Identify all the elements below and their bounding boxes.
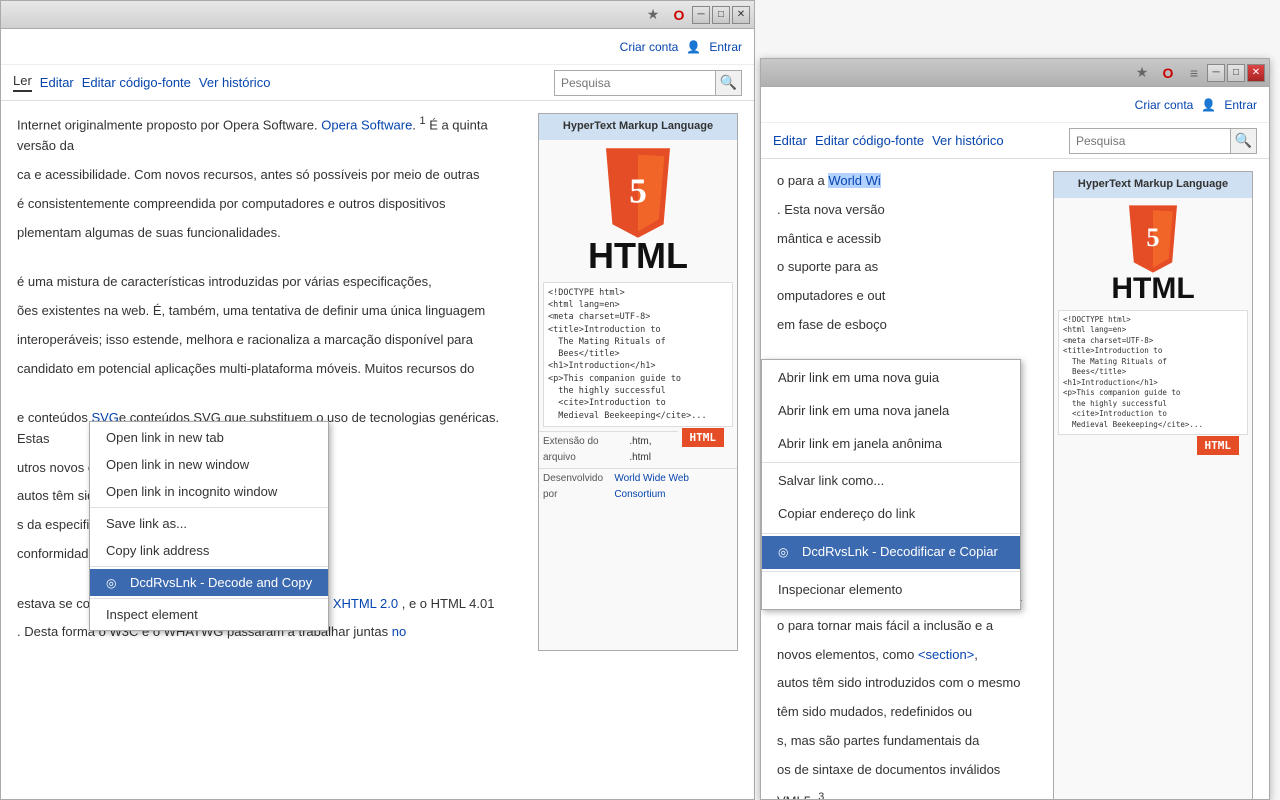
search-box: 🔍 [554, 70, 742, 96]
bookmark-icon[interactable]: ★ [642, 4, 664, 26]
w2-nav-editar-codigo[interactable]: Editar código-fonte [815, 133, 924, 148]
person-icon: 👤 [686, 40, 701, 54]
w2-person-icon: 👤 [1201, 98, 1216, 112]
nav-ver-historico[interactable]: Ver histórico [199, 75, 271, 90]
w2-wiki-content: o para a World Wi . Esta nova versão mân… [761, 159, 1269, 799]
html-logo-text: HTML [543, 238, 733, 274]
w2-search-button[interactable]: 🔍 [1230, 129, 1256, 153]
pt-dcdrvslink-icon: ◎ [778, 543, 794, 562]
w2-search-input[interactable] [1070, 129, 1230, 153]
context-copy-link[interactable]: Copy link address [90, 537, 328, 564]
desenvolvido-value[interactable]: World Wide Web Consortium [614, 471, 733, 503]
w2-nav-ver-historico[interactable]: Ver histórico [932, 133, 1004, 148]
context-dcdrvslink[interactable]: ◎ DcdRvsLnk - Decode and Copy [90, 569, 328, 596]
w2-bookmark-icon[interactable]: ★ [1131, 62, 1153, 84]
wiki-navigation: Ler Editar Editar código-fonte Ver histó… [1, 65, 754, 101]
infobox-extensao-row: Extensão do arquivo .htm, .html [539, 431, 678, 468]
w2-criar-conta-link[interactable]: Criar conta [1135, 98, 1194, 112]
nav-ler[interactable]: Ler [13, 73, 32, 92]
context-open-new-tab[interactable]: Open link in new tab [90, 424, 328, 451]
section-link[interactable]: <section> [918, 647, 974, 662]
infobox-header: HyperText Markup Language [539, 114, 737, 140]
pt-context-open-anon[interactable]: Abrir link em janela anônima [762, 428, 1020, 461]
pt-context-inspect[interactable]: Inspecionar elemento [762, 574, 1020, 607]
infobox: HyperText Markup Language 5 HTML <!DOCTY… [538, 113, 738, 651]
xhtml-link[interactable]: XHTML 2.0 [333, 596, 398, 611]
w2-maximize-button[interactable]: □ [1227, 64, 1245, 82]
pt-context-open-new-window[interactable]: Abrir link em uma nova janela [762, 395, 1020, 428]
context-open-incognito[interactable]: Open link in incognito window [90, 478, 328, 505]
svg-text:5: 5 [1146, 222, 1159, 252]
nav-editar-codigo[interactable]: Editar código-fonte [82, 75, 191, 90]
context-separator-2 [90, 566, 328, 567]
infobox-desenvolvido-row: Desenvolvido por World Wide Web Consorti… [539, 468, 737, 505]
w2-wiki-top-bar: Criar conta 👤 Entrar [761, 87, 1269, 123]
w2-html-logo-text: HTML [1058, 274, 1248, 304]
window2-titlebar: ★ O ≡ ─ □ ✕ [761, 59, 1269, 87]
pt-context-separator-1 [762, 462, 1020, 463]
extensao-label: Extensão do arquivo [543, 434, 629, 466]
w2-close-button[interactable]: ✕ [1247, 64, 1265, 82]
context-inspect[interactable]: Inspect element [90, 601, 328, 628]
close-button[interactable]: ✕ [732, 6, 750, 24]
w2-infobox-header: HyperText Markup Language [1054, 172, 1252, 198]
pt-context-copy-link[interactable]: Copiar endereço do link [762, 498, 1020, 531]
context-separator-1 [90, 507, 328, 508]
context-separator-3 [90, 598, 328, 599]
entrar-link[interactable]: Entrar [709, 40, 742, 54]
w2-html-badge: HTML [1197, 436, 1240, 455]
window1-titlebar: ★ O ─ □ ✕ [1, 1, 754, 29]
infobox-code: <!DOCTYPE html> <html lang=en> <meta cha… [543, 282, 733, 427]
maximize-button[interactable]: □ [712, 6, 730, 24]
w2-html5-shield-icon: 5 [1123, 204, 1183, 274]
pt-context-open-new-tab[interactable]: Abrir link em uma nova guia [762, 362, 1020, 395]
window1: ★ O ─ □ ✕ Criar conta 👤 Entrar Ler Edita… [0, 0, 755, 800]
no-link[interactable]: no [392, 624, 406, 639]
html5-shield-icon: 5 [598, 148, 678, 238]
w2-nav-editar[interactable]: Editar [773, 133, 807, 148]
minimize-button[interactable]: ─ [692, 6, 710, 24]
html-badge: HTML [682, 428, 725, 447]
w2-menu-icon[interactable]: ≡ [1183, 62, 1205, 84]
pt-context-separator-2 [762, 533, 1020, 534]
pt-context-separator-3 [762, 571, 1020, 572]
w2-infobox-code: <!DOCTYPE html> <html lang=en> <meta cha… [1058, 310, 1248, 436]
pt-context-dcdrvslink[interactable]: ◎ DcdRvsLnk - Decodificar e Copiar [762, 536, 1020, 569]
window2: ★ O ≡ ─ □ ✕ Criar conta 👤 Entrar Editar … [760, 58, 1270, 800]
svg-text:5: 5 [629, 171, 647, 210]
wiki-top-bar: Criar conta 👤 Entrar [1, 29, 754, 65]
context-menu-pt: Abrir link em uma nova guia Abrir link e… [761, 359, 1021, 610]
search-input[interactable] [555, 71, 715, 95]
opera-icon[interactable]: O [668, 4, 690, 26]
w2-opera-icon[interactable]: O [1157, 62, 1179, 84]
context-save-link[interactable]: Save link as... [90, 510, 328, 537]
context-open-new-window[interactable]: Open link in new window [90, 451, 328, 478]
desenvolvido-label: Desenvolvido por [543, 471, 614, 503]
world-wide-web-link[interactable]: World Wi [828, 173, 880, 188]
extensao-value: .htm, .html [629, 434, 673, 466]
w2-search-box: 🔍 [1069, 128, 1257, 154]
nav-editar[interactable]: Editar [40, 75, 74, 90]
dcdrvslink-icon: ◎ [106, 576, 122, 590]
opera-software-link[interactable]: Opera Software [321, 117, 412, 132]
context-menu-en: Open link in new tab Open link in new wi… [89, 421, 329, 631]
w2-wiki-navigation: Editar Editar código-fonte Ver histórico… [761, 123, 1269, 159]
w2-infobox: HyperText Markup Language 5 HTML <!DOCTY… [1053, 171, 1253, 799]
w2-entrar-link[interactable]: Entrar [1224, 98, 1257, 112]
criar-conta-link[interactable]: Criar conta [620, 40, 679, 54]
w2-minimize-button[interactable]: ─ [1207, 64, 1225, 82]
search-button[interactable]: 🔍 [715, 71, 741, 95]
pt-context-save-link[interactable]: Salvar link como... [762, 465, 1020, 498]
